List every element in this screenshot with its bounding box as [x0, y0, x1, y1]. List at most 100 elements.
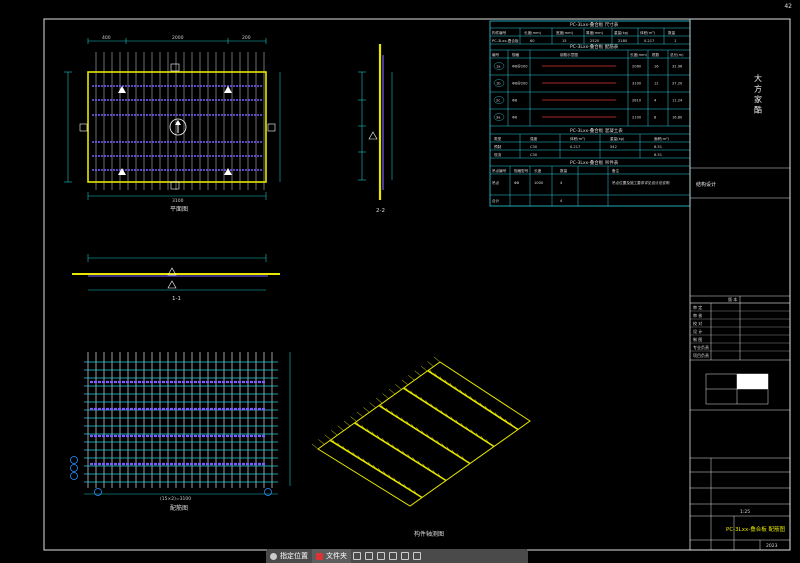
axon-rebar-tick: [388, 388, 396, 395]
axon-rebar-tick: [318, 439, 325, 445]
axon-rebar-tick: [420, 365, 428, 372]
edit-icon[interactable]: [351, 549, 363, 563]
axon-rebar-tick: [408, 375, 415, 381]
t2-header: 编号: [492, 52, 500, 57]
settings-icon[interactable]: [411, 549, 423, 563]
drawing-no: 2023: [766, 543, 778, 549]
t1-cell: 2180: [618, 39, 628, 43]
t3-cell: 0.217: [570, 145, 580, 149]
print-icon[interactable]: [399, 549, 411, 563]
t3-cell: C30: [530, 145, 538, 149]
zoom-icon[interactable]: [375, 549, 387, 563]
page-number: 42: [784, 3, 792, 10]
t1-header: 长度(mm): [524, 30, 542, 35]
t4-cell: 4: [560, 199, 563, 203]
bar-mark: 2c: [496, 99, 500, 103]
t1-cell: 15: [562, 39, 567, 43]
bar-mark: 1a: [496, 65, 501, 69]
taskbar-label: 文件夹: [326, 552, 347, 560]
title-row-label: 专业负责: [693, 344, 709, 350]
t1-cell: 1: [674, 39, 676, 43]
axon-rebar-tick: [337, 425, 344, 431]
section-label: 结构设计: [696, 181, 716, 188]
table2-row: 1b Φ8@200 3100 12 37.20: [493, 79, 683, 87]
taskbar-item-folder[interactable]: 文件夹: [312, 549, 351, 563]
bar-length: 3100: [632, 82, 642, 86]
folder-icon: [316, 552, 323, 560]
t1-header: 数量: [668, 30, 676, 35]
axon-rebar-tick: [376, 398, 383, 404]
t4-cell: 合计: [492, 198, 500, 203]
t4-cell: Φ8: [514, 181, 520, 185]
t4-header: 规格型号: [514, 168, 529, 173]
t1-header: 宽度(mm): [556, 30, 574, 35]
taskbar-label: 指定位置: [280, 552, 308, 560]
t3-header: 体积(m³): [570, 136, 586, 141]
dim-text: 2000: [172, 35, 184, 41]
t3-cell: 6.51: [654, 153, 662, 157]
title-row-label: 制 图: [693, 336, 702, 342]
axon-view-label: 构件轴测图: [414, 530, 444, 538]
axon-rebar-tick: [311, 443, 319, 450]
share-icon[interactable]: [363, 549, 375, 563]
t2-header: 长度(mm): [630, 52, 648, 57]
axon-rebar-tick: [433, 356, 441, 363]
axon-rebar-tick: [369, 402, 376, 408]
t3-cell: C30: [530, 153, 538, 157]
title-row-label: 校 对: [693, 320, 702, 326]
axon-rebar-tick: [343, 420, 351, 427]
bar-total: 32.96: [672, 65, 683, 69]
bar-spec: Φ8: [512, 99, 518, 103]
bar-count: 4: [654, 99, 657, 103]
taskbar-item-pointer[interactable]: 指定位置: [266, 549, 312, 563]
t1-header: 重量(kg): [614, 30, 629, 35]
t3-cell: 预制: [494, 144, 502, 149]
t4-header: 备注: [612, 168, 620, 173]
title-row-label: 项目负责: [693, 352, 709, 358]
bar-spec: Φ6: [512, 116, 518, 120]
t4-cell: 吊点位置及施工要求详见设计总说明: [612, 180, 670, 185]
table2-row: 2c Φ8 2810 4 11.24: [493, 96, 683, 104]
rotate-icon[interactable]: [387, 549, 399, 563]
dim-text: 400: [102, 35, 111, 41]
scale-text: 1:25: [740, 509, 750, 515]
designer-chars: 大 方 家 酷: [754, 73, 763, 115]
section-2-2-label: 2-2: [376, 208, 385, 214]
bar-length: 2100: [632, 116, 642, 120]
t1-cell: 2520: [590, 39, 600, 43]
title-row-label: 设 计: [693, 328, 702, 334]
table1-title: PC-3Lxx-叠合板 尺寸表: [570, 21, 619, 28]
bar-count: 16: [654, 65, 659, 69]
axon-rebar-tick: [324, 434, 332, 441]
t2-header: 总长(m): [670, 52, 684, 57]
axon-rebar-tick: [363, 407, 370, 413]
plan-view-label: 平面图: [170, 206, 188, 213]
axon-rebar-tick: [350, 416, 357, 422]
plan-view: 400 2000 200 3100 平面图: [64, 35, 281, 213]
schedule-tables: PC-3Lxx-叠合板 尺寸表 构件编号 长度(mm) 宽度(mm) 厚度(mm…: [489, 20, 691, 207]
t3-cell: 现浇: [494, 152, 502, 157]
section-1-1-label: 1-1: [172, 296, 181, 302]
t4-header: 数量: [560, 168, 568, 173]
bar-length: 2810: [632, 99, 642, 103]
t1-cell: 0.217: [644, 39, 654, 43]
t4-header: 吊点编号: [492, 168, 507, 173]
t1-header: 体积(m³): [640, 30, 656, 35]
axon-rebar-tick: [382, 393, 389, 399]
t1-cell: 60: [530, 39, 535, 43]
t2-header: 规格: [512, 52, 520, 57]
title-row-label: 审 定: [693, 304, 702, 310]
section-1-1: 1-1: [72, 254, 280, 302]
table4-title: PC-3Lxx-叠合板 吊件表: [570, 159, 619, 166]
axon-rebar-tick: [356, 411, 364, 418]
axonometric-view: 构件轴测图: [311, 356, 531, 538]
t4-cell: 1000: [534, 181, 544, 185]
rebar-plan-view: (15×2)=3100 配筋图: [70, 352, 291, 512]
t1-header: 构件编号: [492, 30, 507, 35]
revision-label: 版 本: [728, 296, 737, 302]
t3-header: 类型: [494, 136, 502, 141]
table2-title: PC-3Lxx-叠合板 配筋表: [570, 43, 619, 50]
bar-total: 11.24: [672, 99, 683, 103]
pointer-icon: [270, 552, 277, 560]
rebar-dim-text: (15×2)=3100: [160, 496, 191, 502]
